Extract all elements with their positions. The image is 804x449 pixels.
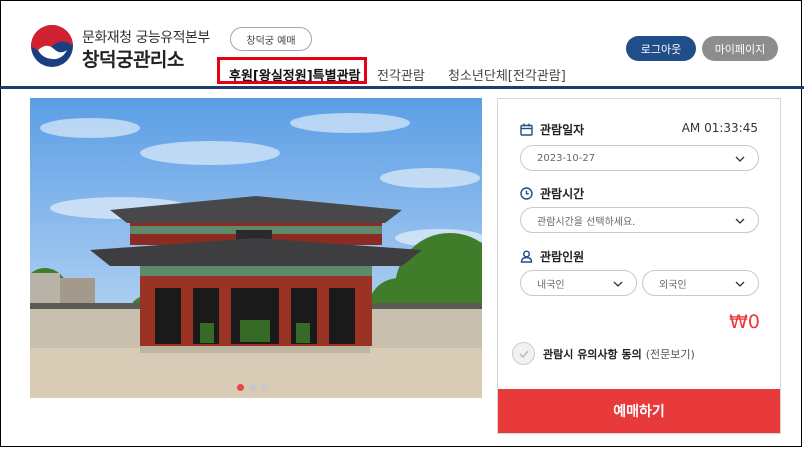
calendar-icon <box>520 123 533 136</box>
current-time: AM 01:33:45 <box>681 121 758 135</box>
agree-row[interactable]: 관람시 유의사항 동의 (전문보기) <box>512 342 695 365</box>
time-select-placeholder: 관람시간을 선택하세요. <box>537 216 636 228</box>
foreign-label: 외국인 <box>659 279 687 291</box>
visit-time-label: 관람시간 <box>540 187 585 201</box>
site-header: 문화재청 궁능유적본부 창덕궁관리소 창덕궁 예매 후원[왕실정원]특별관람 전… <box>0 0 804 89</box>
carousel-dot-2[interactable] <box>249 384 256 391</box>
foreign-count-select[interactable]: 외국인 <box>642 270 759 296</box>
visit-date-label: 관람일자 <box>540 123 585 137</box>
visitors-label: 관람인원 <box>540 250 585 264</box>
carousel-dot-1[interactable] <box>237 384 244 391</box>
palace-gate-photo <box>30 98 482 398</box>
book-button[interactable]: 예매하기 <box>498 389 780 433</box>
chevron-down-icon <box>735 281 745 287</box>
person-icon <box>520 250 533 263</box>
booking-panel: 관람일자 AM 01:33:45 2023-10-27 관람시간 관람시간을 선… <box>497 98 781 434</box>
highlight-box <box>217 57 367 84</box>
time-select[interactable]: 관람시간을 선택하세요. <box>520 207 759 233</box>
total-price: ₩0 <box>729 311 760 333</box>
domestic-count-select[interactable]: 내국인 <box>520 270 637 296</box>
nav-divider <box>0 86 804 89</box>
agree-label: 관람시 유의사항 동의 <box>543 347 642 361</box>
agree-checkbox[interactable] <box>512 342 535 365</box>
chevron-down-icon <box>735 156 745 162</box>
logout-button[interactable]: 로그아웃 <box>626 36 696 61</box>
carousel-indicators <box>237 384 268 391</box>
date-select-value: 2023-10-27 <box>537 152 596 164</box>
tab-building-tour[interactable]: 전각관람 <box>377 65 425 84</box>
visit-date-title: 관람일자 <box>520 121 584 138</box>
chevron-down-icon <box>613 281 623 287</box>
date-select[interactable]: 2023-10-27 <box>520 145 759 171</box>
visitors-title: 관람인원 <box>520 248 584 265</box>
government-emblem-icon[interactable] <box>30 24 74 68</box>
visit-time-title: 관람시간 <box>520 185 584 202</box>
tab-youth-group-tour[interactable]: 청소년단체[전각관람] <box>448 65 566 84</box>
clock-icon <box>520 187 533 200</box>
org-name[interactable]: 창덕궁관리소 <box>82 45 184 72</box>
domestic-label: 내국인 <box>537 279 565 291</box>
carousel-dot-3[interactable] <box>261 384 268 391</box>
org-parent-name: 문화재청 궁능유적본부 <box>82 30 210 46</box>
mypage-button[interactable]: 마이페이지 <box>702 36 778 61</box>
chevron-down-icon <box>735 218 745 224</box>
view-full-link[interactable]: (전문보기) <box>646 346 695 362</box>
palace-reservation-pill[interactable]: 창덕궁 예매 <box>230 27 312 51</box>
check-icon <box>518 349 529 358</box>
